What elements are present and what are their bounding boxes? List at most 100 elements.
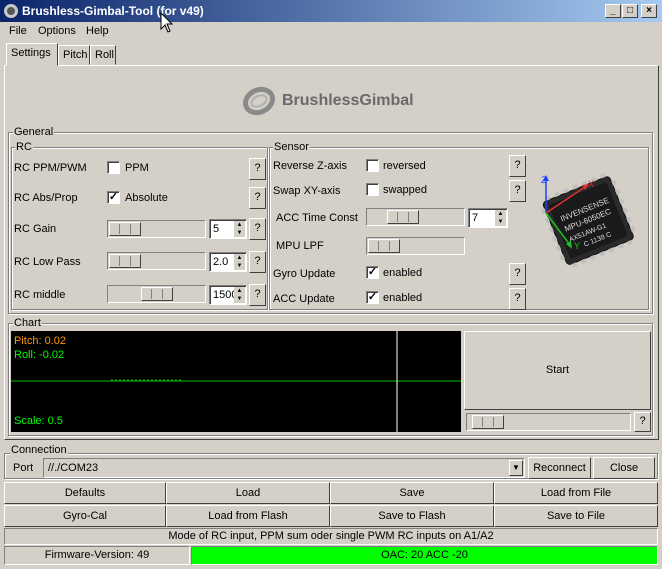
ppm-checkbox[interactable] [107, 161, 120, 174]
menu-options[interactable]: Options [38, 25, 76, 37]
acc-time-const-label: ACC Time Const [276, 212, 358, 224]
spin-arrows-icon[interactable]: ▲ ▼ [234, 287, 245, 303]
firmware-version: Firmware-Version: 49 [4, 546, 190, 565]
acc-update-checkbox-label: enabled [383, 292, 423, 304]
rc-abs-help-button[interactable]: ? [249, 187, 266, 209]
swap-xy-help-button[interactable]: ? [509, 180, 526, 202]
gimbal-ring-icon [242, 86, 276, 116]
status-message: Mode of RC input, PPM sum oder single PW… [4, 528, 658, 545]
mpu-lpf-slider-thumb[interactable] [368, 239, 400, 253]
acc-time-const-value: 7 [472, 212, 479, 224]
close-button[interactable]: Close [593, 457, 655, 479]
save-to-flash-button[interactable]: Save to Flash [330, 505, 494, 527]
connection-group-label: Connection [10, 444, 68, 456]
tab-pitch[interactable]: Pitch [58, 45, 90, 65]
ppm-checkbox-label: PPM [125, 162, 149, 174]
load-button[interactable]: Load [166, 482, 330, 504]
rc-middle-label: RC middle [14, 289, 66, 301]
chart-group-label: Chart [13, 317, 42, 329]
rc-gain-spinbox[interactable]: 5 ▲ ▼ [209, 219, 247, 239]
acc-time-const-slider-thumb[interactable] [387, 210, 419, 224]
pitch-readout: Pitch: 0.02 [14, 335, 66, 347]
port-combobox[interactable]: //./COM23 ▼ [43, 458, 525, 478]
menu-file[interactable]: File [9, 25, 27, 37]
tab-settings[interactable]: Settings [6, 43, 58, 66]
save-to-file-button[interactable]: Save to File [494, 505, 658, 527]
roll-readout: Roll: -0.02 [14, 349, 65, 361]
logo-text: BrushlessGimbal [282, 92, 414, 109]
mpu6050-chip-image: INVENSENSE MPU-6050EC AX51AW-G1 C 1138 C… [540, 172, 636, 268]
rc-gain-slider-thumb[interactable] [109, 222, 141, 236]
start-button[interactable]: Start [464, 331, 651, 410]
gyro-cal-button[interactable]: Gyro-Cal [4, 505, 166, 527]
rc-low-pass-help-button[interactable]: ? [249, 251, 266, 273]
gyro-update-checkbox-label: enabled [383, 267, 423, 279]
rc-ppm-pwm-label: RC PPM/PWM [14, 162, 87, 174]
dropdown-arrow-icon[interactable]: ▼ [509, 460, 523, 476]
acc-time-const-spinbox[interactable]: 7 ▲ ▼ [468, 208, 508, 228]
rc-gain-help-button[interactable]: ? [249, 218, 266, 240]
rc-middle-slider-thumb[interactable] [141, 287, 173, 301]
gyro-update-checkbox[interactable]: ✓ [366, 266, 379, 279]
reverse-z-help-button[interactable]: ? [509, 155, 526, 177]
absolute-checkbox[interactable]: ✓ [107, 191, 120, 204]
defaults-button[interactable]: Defaults [4, 482, 166, 504]
chart-plot-area[interactable]: Pitch: 0.02 Roll: -0.02 Scale: 0.5 [11, 331, 461, 432]
menu-help[interactable]: Help [86, 25, 109, 37]
rc-low-pass-value: 2.0 [213, 256, 229, 268]
spin-arrows-icon[interactable]: ▲ ▼ [234, 221, 245, 237]
swapped-checkbox-label: swapped [383, 184, 428, 196]
reversed-checkbox[interactable] [366, 159, 379, 172]
app-icon [4, 4, 18, 18]
swap-xy-axis-label: Swap XY-axis [273, 185, 341, 197]
scale-slider-thumb[interactable] [472, 415, 504, 429]
y-axis-label: Y [574, 241, 580, 251]
acc-update-checkbox[interactable]: ✓ [366, 291, 379, 304]
rc-gain-slider[interactable] [107, 220, 206, 238]
reversed-checkbox-label: reversed [383, 160, 426, 172]
reverse-z-axis-label: Reverse Z-axis [273, 160, 347, 172]
rc-low-pass-slider-thumb[interactable] [109, 254, 141, 268]
menu-bar: File Options Help [0, 22, 662, 42]
load-from-flash-button[interactable]: Load from Flash [166, 505, 330, 527]
minimize-button[interactable]: _ [605, 4, 621, 18]
title-bar[interactable]: Brushless-Gimbal-Tool (for v49) _ □ × [0, 0, 662, 22]
acc-update-help-button[interactable]: ? [509, 288, 526, 310]
x-axis-label: X [588, 179, 594, 189]
acc-time-const-slider[interactable] [366, 208, 465, 226]
rc-middle-slider[interactable] [107, 285, 206, 303]
chart-help-button[interactable]: ? [634, 412, 651, 432]
mpu-lpf-slider[interactable] [366, 237, 465, 255]
rc-low-pass-spinbox[interactable]: 2.0 ▲ ▼ [209, 252, 247, 272]
scale-slider[interactable] [466, 413, 631, 431]
tab-roll[interactable]: Roll [90, 45, 116, 65]
rc-gain-label: RC Gain [14, 223, 57, 235]
z-axis-label: Z [541, 175, 547, 185]
reconnect-button[interactable]: Reconnect [528, 457, 591, 479]
chart-svg [11, 331, 461, 432]
rc-ppm-help-button[interactable]: ? [249, 158, 266, 180]
rc-group-label: RC [15, 141, 33, 153]
acc-update-label: ACC Update [273, 293, 335, 305]
scale-readout: Scale: 0.5 [14, 415, 63, 427]
port-value: //./COM23 [48, 462, 99, 474]
maximize-button[interactable]: □ [622, 4, 638, 18]
gyro-update-help-button[interactable]: ? [509, 263, 526, 285]
close-window-button[interactable]: × [641, 4, 657, 18]
save-button[interactable]: Save [330, 482, 494, 504]
oac-status: OAC: 20 ACC -20 [191, 546, 658, 565]
rc-middle-help-button[interactable]: ? [249, 284, 266, 306]
rc-gain-value: 5 [213, 223, 220, 235]
rc-low-pass-slider[interactable] [107, 252, 206, 270]
general-group-label: General [13, 126, 55, 138]
window-title: Brushless-Gimbal-Tool (for v49) [22, 4, 204, 18]
brushless-gimbal-logo: BrushlessGimbal [240, 84, 430, 118]
spin-arrows-icon[interactable]: ▲ ▼ [234, 254, 245, 270]
sensor-group-label: Sensor [273, 141, 310, 153]
load-from-file-button[interactable]: Load from File [494, 482, 658, 504]
mpu-lpf-label: MPU LPF [276, 240, 324, 252]
spin-arrows-icon[interactable]: ▲ ▼ [495, 210, 506, 226]
rc-low-pass-label: RC Low Pass [14, 256, 81, 268]
rc-middle-spinbox[interactable]: 1500 ▲ ▼ [209, 285, 247, 305]
swapped-checkbox[interactable] [366, 183, 379, 196]
